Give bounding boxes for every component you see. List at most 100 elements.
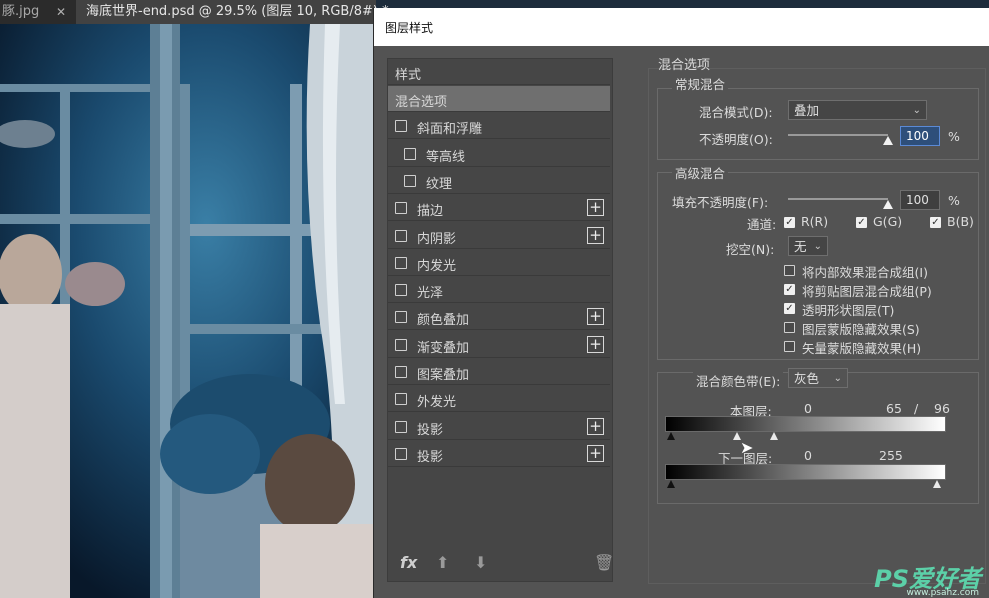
channel-label: B(B) [947,214,974,229]
channel-checkbox[interactable]: ✓ [930,217,941,228]
blend-mode-select[interactable]: 叠加 ⌄ [788,100,927,120]
style-checkbox[interactable] [395,338,407,351]
style-checkbox[interactable] [395,447,407,460]
option-checkbox[interactable] [784,322,795,333]
document-canvas[interactable] [0,24,375,598]
style-item[interactable]: 光泽 [388,277,610,304]
style-item-label: 斜面和浮雕 [417,122,483,138]
add-style-icon[interactable]: + [587,417,604,435]
option-checkbox[interactable] [784,265,795,276]
option-label: 将剪贴图层混合成组(P) [802,284,932,299]
close-icon[interactable]: ✕ [56,0,66,24]
channels-label: 通道: [747,217,777,232]
style-checkbox[interactable] [404,147,416,160]
this-layer-low: 0 [804,401,812,416]
style-item-label: 颜色叠加 [417,313,470,329]
style-item[interactable]: 混合选项 [388,86,610,112]
underlying-black-slider[interactable] [667,480,675,488]
tab-dolphin-jpg[interactable]: 豚.jpg [0,0,56,24]
fill-slider-track[interactable] [788,198,888,200]
style-item[interactable]: 等高线 [388,141,610,167]
style-item-label: 光泽 [417,286,444,302]
style-item[interactable]: 颜色叠加 + [388,304,610,331]
opacity-slider-track[interactable] [788,134,888,136]
style-checkbox[interactable] [395,256,407,269]
option-checkbox[interactable]: ✓ [784,284,795,295]
dialog-titlebar[interactable]: 图层样式 [374,8,989,46]
style-item[interactable]: 描边 + [388,195,610,222]
style-checkbox[interactable] [404,174,416,187]
option-label: 透明形状图层(T) [802,303,895,318]
this-layer-black-slider[interactable] [667,432,675,440]
opacity-input[interactable]: 100 [900,126,940,146]
style-checkbox[interactable] [395,229,407,242]
style-item-label: 内阴影 [417,231,457,247]
knockout-select[interactable]: 无 ⌄ [788,236,828,256]
arrow-down-icon[interactable]: ⬇ [474,553,487,572]
style-checkbox[interactable] [395,284,407,297]
style-item-label: 外发光 [417,395,457,411]
style-item[interactable]: 外发光 [388,386,610,413]
style-item[interactable]: 内发光 [388,250,610,276]
style-item[interactable]: 图案叠加 [388,359,610,385]
style-item-label: 投影 [417,422,444,438]
blend-if-label: 混合颜色带(E): [693,371,784,390]
this-layer-white-slider-right[interactable] [770,432,778,440]
add-style-icon[interactable]: + [587,308,604,326]
style-item[interactable]: 纹理 [388,168,610,194]
tab-active-document[interactable]: 海底世界-end.psd @ 29.5% (图层 10, RGB/8#) * [76,0,389,24]
blend-if-select[interactable]: 灰色 ⌄ [788,368,848,388]
knockout-label: 挖空(N): [726,242,775,257]
option-checkbox[interactable] [784,341,795,352]
style-item-label: 混合选项 [395,95,448,110]
section-title: 混合选项 [658,58,711,73]
chevron-down-icon: ⌄ [912,105,921,116]
fill-slider-thumb[interactable] [883,200,893,209]
add-style-icon[interactable]: + [587,444,604,462]
tab-label: 海底世界-end.psd @ 29.5% (图层 10, RGB/8#) * [86,4,389,19]
style-item[interactable]: 内阴影 + [388,223,610,249]
this-layer-gradient[interactable] [665,416,946,432]
option-checkbox[interactable]: ✓ [784,303,795,314]
style-item-label: 投影 [417,449,444,465]
style-item-label: 图案叠加 [417,368,470,383]
option-label: 将内部效果混合成组(I) [802,265,928,280]
option-label: 图层蒙版隐藏效果(S) [802,322,920,337]
style-item-label: 内发光 [417,258,457,274]
fill-opacity-unit: % [948,193,960,208]
style-item[interactable]: 投影 + [388,414,610,440]
document-tab-bar: 豚.jpg ✕ 海底世界-end.psd @ 29.5% (图层 10, RGB… [0,0,389,24]
underlying-gradient[interactable] [665,464,946,480]
style-checkbox[interactable] [395,311,407,324]
fill-opacity-input[interactable]: 100 [900,190,940,210]
add-style-icon[interactable]: + [587,199,604,217]
channel-label: R(R) [801,214,829,229]
style-item[interactable]: 斜面和浮雕 [388,113,610,140]
style-checkbox[interactable] [395,393,407,406]
blend-if-value: 灰色 [794,371,820,386]
channel-checkbox[interactable]: ✓ [784,217,795,228]
chevron-down-icon: ⌄ [833,373,842,384]
style-checkbox[interactable] [395,120,407,133]
style-checkbox[interactable] [395,202,407,215]
general-blending-group [657,88,979,160]
style-checkbox[interactable] [395,366,407,378]
arrow-up-icon[interactable]: ⬆ [436,553,449,572]
channel-checkbox[interactable]: ✓ [856,217,867,228]
general-blending-title: 常规混合 [672,74,729,93]
dialog-title: 图层样式 [385,21,434,35]
fx-icon[interactable]: fx [400,553,417,572]
trash-icon[interactable]: 🗑 [594,553,614,572]
underlying-low: 0 [804,448,812,463]
chevron-down-icon: ⌄ [813,241,822,252]
style-checkbox[interactable] [395,420,407,433]
this-layer-high-split: 96 [934,401,950,416]
opacity-slider-thumb[interactable] [883,136,893,145]
add-style-icon[interactable]: + [587,335,604,353]
style-item[interactable]: 渐变叠加 + [388,332,610,358]
opacity-label: 不透明度(O): [699,132,773,147]
style-item[interactable]: 投影 + [388,441,610,467]
styles-header[interactable]: 样式 [388,59,610,85]
add-style-icon[interactable]: + [587,226,604,244]
underlying-white-slider[interactable] [933,480,941,488]
